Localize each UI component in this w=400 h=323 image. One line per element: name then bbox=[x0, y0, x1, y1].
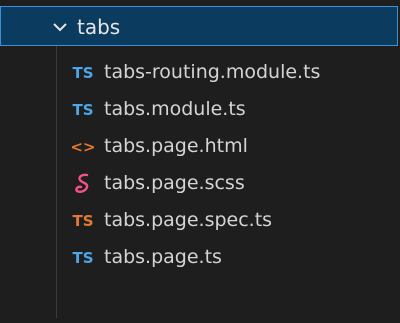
file-label: tabs-routing.module.ts bbox=[104, 61, 321, 83]
file-label: tabs.page.html bbox=[104, 135, 248, 157]
file-explorer: tabs TS tabs-routing.module.ts TS tabs.m… bbox=[0, 0, 400, 323]
file-item-tabs-page-scss[interactable]: tabs.page.scss bbox=[0, 167, 400, 204]
file-label: tabs.module.ts bbox=[104, 98, 246, 120]
file-label: tabs.page.ts bbox=[104, 246, 222, 268]
file-item-tabs-page-spec[interactable]: TS tabs.page.spec.ts bbox=[0, 204, 400, 241]
typescript-spec-icon: TS bbox=[72, 212, 94, 230]
chevron-down-icon bbox=[53, 23, 67, 32]
folder-row-tabs[interactable]: tabs bbox=[0, 6, 398, 46]
typescript-icon: TS bbox=[72, 101, 94, 119]
sass-glyph bbox=[75, 173, 89, 193]
file-item-tabs-page-ts[interactable]: TS tabs.page.ts bbox=[0, 241, 400, 278]
file-item-tabs-module[interactable]: TS tabs.module.ts bbox=[0, 93, 400, 130]
file-item-tabs-page-html[interactable]: <> tabs.page.html bbox=[0, 130, 400, 167]
file-list: TS tabs-routing.module.ts TS tabs.module… bbox=[0, 56, 400, 278]
file-label: tabs.page.scss bbox=[104, 172, 245, 194]
folder-label: tabs bbox=[77, 15, 121, 39]
typescript-icon: TS bbox=[72, 64, 94, 82]
file-item-tabs-routing-module[interactable]: TS tabs-routing.module.ts bbox=[0, 56, 400, 93]
sass-icon bbox=[68, 172, 98, 196]
html-icon: <> bbox=[70, 138, 96, 156]
typescript-icon: TS bbox=[72, 249, 94, 267]
file-label: tabs.page.spec.ts bbox=[104, 209, 273, 231]
